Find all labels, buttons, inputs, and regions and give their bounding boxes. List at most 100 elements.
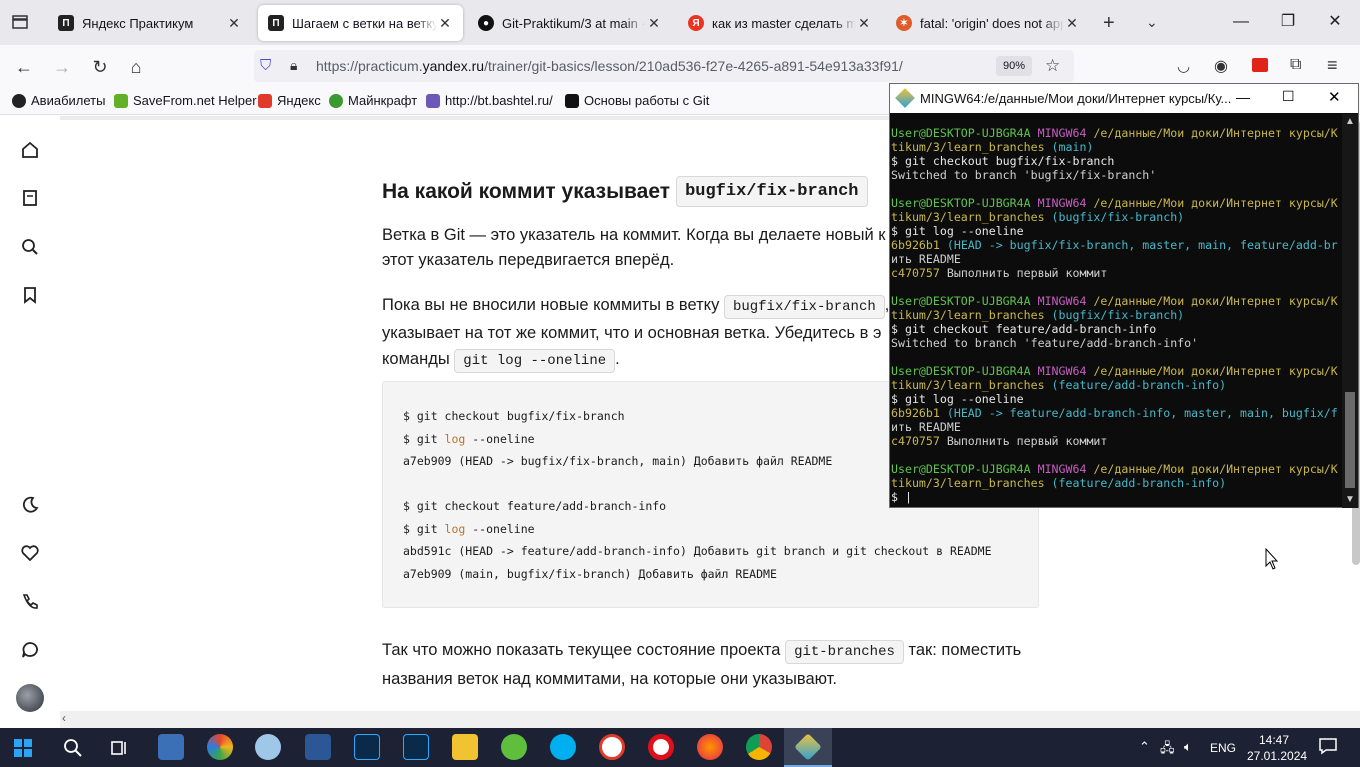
url-domain: yandex.ru xyxy=(422,58,485,74)
avatar[interactable] xyxy=(16,684,44,712)
bookmark-icon[interactable] xyxy=(18,283,42,307)
tab-overview-icon[interactable] xyxy=(10,12,30,32)
close-tab-icon[interactable]: ✕ xyxy=(856,15,872,32)
tray-chevron-up-icon[interactable]: ⌃ xyxy=(1139,739,1150,755)
photoshop-alt-icon[interactable] xyxy=(403,734,429,760)
close-tab-icon[interactable]: ✕ xyxy=(226,15,242,32)
scroll-down-icon[interactable]: ▼ xyxy=(1345,494,1355,505)
bookmark-aviabilety[interactable]: Авиабилеты xyxy=(12,93,105,108)
terminal-line: 6b926b1 (HEAD -> bugfix/fix-branch, mast… xyxy=(891,238,1341,252)
close-tab-icon[interactable]: ✕ xyxy=(437,15,453,32)
code-keyword: log xyxy=(444,521,466,536)
tab-yandex-search[interactable]: Я как из master сделать main ✕ xyxy=(678,5,882,41)
utorrent-icon[interactable] xyxy=(501,734,527,760)
output-text: Switched to branch 'feature/add-branch-i… xyxy=(891,336,1199,350)
extensions-puzzle-icon[interactable]: ⧉ xyxy=(1290,56,1301,74)
terminal-maximize-icon[interactable]: ☐ xyxy=(1282,88,1295,105)
yandex-browser-icon[interactable] xyxy=(599,734,625,760)
bookmark-star-icon[interactable]: ☆ xyxy=(1045,56,1060,76)
task-view-icon[interactable] xyxy=(110,738,130,763)
terminal-scrollbar[interactable]: ▲ ▼ xyxy=(1342,114,1358,508)
calculator-icon[interactable] xyxy=(158,734,184,760)
reload-icon[interactable]: ↻ xyxy=(88,55,112,79)
bookmark-yandex[interactable]: Яндекс xyxy=(258,93,321,108)
scroll-left-icon[interactable]: ‹ xyxy=(62,711,66,725)
commit-hash: 6b926b1 xyxy=(891,238,940,252)
volume-icon[interactable]: 🔈︎ xyxy=(1184,739,1192,755)
bookmark-savefrom[interactable]: SaveFrom.net Helper xyxy=(114,93,257,108)
browser-colorful-icon[interactable] xyxy=(207,734,233,760)
taskbar-search-icon[interactable] xyxy=(63,738,83,763)
heart-icon[interactable] xyxy=(18,541,42,565)
paint-icon[interactable] xyxy=(255,734,281,760)
home-icon[interactable] xyxy=(18,138,42,162)
close-tab-icon[interactable]: ✕ xyxy=(646,15,662,32)
chat-icon[interactable] xyxy=(18,638,42,662)
tab-list-chevron-down-icon[interactable]: ⌄ xyxy=(1146,14,1158,31)
command-text: $ xyxy=(891,490,905,504)
page-horizontal-scrollbar[interactable]: ‹ xyxy=(60,711,1360,728)
code-keyword: log xyxy=(444,431,466,446)
extension-colored-icon[interactable] xyxy=(1252,58,1268,72)
terminal-window[interactable]: MINGW64:/e/данные/Мои доки/Интернет курс… xyxy=(889,83,1359,508)
zoom-level-badge[interactable]: 90% xyxy=(996,56,1032,76)
tab-practicum[interactable]: П Яндекс Практикум ✕ xyxy=(48,5,252,41)
terminal-close-icon[interactable]: ✕ xyxy=(1328,88,1341,106)
scrollbar-thumb[interactable] xyxy=(1345,392,1355,488)
bookmark-bashtel[interactable]: http://bt.bashtel.ru/ xyxy=(426,93,553,108)
opera-icon[interactable] xyxy=(648,734,674,760)
text-span: так: поместить xyxy=(903,641,1022,659)
close-tab-icon[interactable]: ✕ xyxy=(1064,15,1080,32)
phone-icon[interactable] xyxy=(18,590,42,614)
windows-start-icon[interactable] xyxy=(14,739,32,762)
language-indicator[interactable]: ENG xyxy=(1210,741,1236,755)
file-explorer-icon[interactable] xyxy=(452,734,478,760)
text-span: Пока вы не вносили новые коммиты в ветку xyxy=(382,296,724,314)
lock-icon[interactable]: 🔒︎ xyxy=(290,57,297,74)
terminal-title-bar[interactable]: MINGW64:/e/данные/Мои доки/Интернет курс… xyxy=(890,84,1358,113)
back-arrow-icon[interactable]: ← xyxy=(12,55,36,79)
bookmark-git-basics[interactable]: Основы работы с Git xyxy=(565,93,709,108)
url-text[interactable]: https://practicum.yandex.ru/trainer/git-… xyxy=(316,58,903,74)
terminal-output[interactable]: User@DESKTOP-UJBGR4A MINGW64 /e/данные/М… xyxy=(891,126,1341,508)
firefox-icon[interactable] xyxy=(697,734,723,760)
terminal-minimize-icon[interactable]: — xyxy=(1236,89,1250,105)
utorrent-icon xyxy=(329,93,343,108)
network-icon[interactable]: 🖧︎ xyxy=(1160,739,1175,761)
prompt-path: tikum/3/learn_branches xyxy=(891,308,1045,322)
output-text: ить README xyxy=(891,420,961,434)
lessons-book-icon[interactable] xyxy=(18,186,42,210)
practicum-icon xyxy=(565,93,579,108)
chrome-icon[interactable] xyxy=(746,734,772,760)
photoshop-icon[interactable] xyxy=(354,734,380,760)
word-icon[interactable] xyxy=(305,734,331,760)
tab-fatal-origin[interactable]: ✶ fatal: 'origin' does not appe ✕ xyxy=(886,5,1090,41)
prompt-user: User@DESKTOP-UJBGR4A xyxy=(891,364,1031,378)
account-icon[interactable]: ◉ xyxy=(1214,56,1228,76)
restore-window-icon[interactable]: ❐ xyxy=(1273,8,1303,36)
minimize-window-icon[interactable]: — xyxy=(1226,8,1256,36)
new-tab-icon[interactable]: + xyxy=(1103,12,1115,35)
forward-arrow-icon[interactable]: → xyxy=(50,55,74,79)
home-icon[interactable]: ⌂ xyxy=(124,55,148,79)
windows-taskbar xyxy=(0,728,1360,767)
terminal-line: User@DESKTOP-UJBGR4A MINGW64 /e/данные/М… xyxy=(891,364,1341,378)
prompt-system: MINGW64 xyxy=(1037,462,1087,476)
close-window-icon[interactable]: ✕ xyxy=(1320,8,1350,36)
menu-hamburger-icon[interactable]: ≡ xyxy=(1327,55,1338,76)
clock-date[interactable]: 27.01.2024 xyxy=(1247,749,1307,763)
bookmark-minecraft[interactable]: Майнкрафт xyxy=(329,93,417,108)
search-icon[interactable] xyxy=(18,235,42,259)
tab-lesson[interactable]: П Шагаем с ветки на ветку — ✕ xyxy=(258,5,463,41)
notifications-icon[interactable] xyxy=(1318,737,1338,758)
tab-github[interactable]: ● Git-Praktikum/3 at main · le ✕ xyxy=(468,5,672,41)
scroll-up-icon[interactable]: ▲ xyxy=(1345,116,1355,127)
skype-icon[interactable] xyxy=(550,734,576,760)
pocket-icon[interactable]: ◡ xyxy=(1177,57,1190,75)
clock-time[interactable]: 14:47 xyxy=(1259,733,1289,747)
tracking-protection-shield-icon[interactable]: ⛉ xyxy=(260,57,271,74)
dark-mode-moon-icon[interactable] xyxy=(18,493,42,517)
